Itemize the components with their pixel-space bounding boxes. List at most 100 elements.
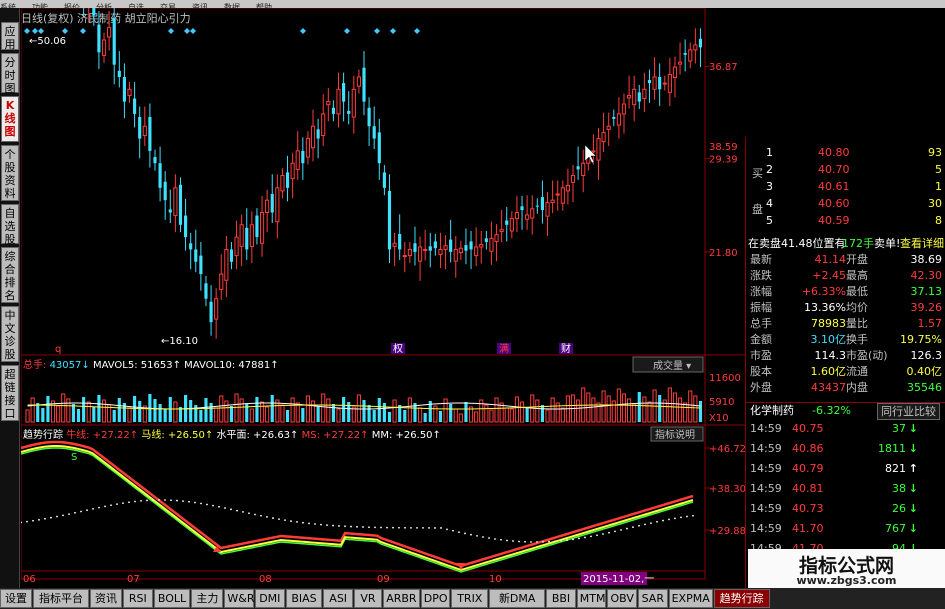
industry-compare-button[interactable]: 同行业比较: [877, 403, 940, 420]
candle-body: [402, 255, 407, 258]
candle-body: [255, 215, 259, 238]
trend-dot: [350, 525, 352, 528]
status-text: 卖单!: [874, 237, 901, 250]
indicator-tab[interactable]: BOLL: [153, 589, 191, 608]
candle-body: [351, 88, 356, 118]
candle-body: [474, 246, 479, 257]
quote-label: 换手: [846, 333, 868, 346]
volume-bar: [677, 397, 683, 423]
indicator-tab[interactable]: ARBR: [383, 589, 420, 608]
event-mark[interactable]: 权: [393, 342, 403, 355]
indicator-tab[interactable]: SAR: [638, 589, 668, 608]
volume-bar: [387, 412, 392, 422]
indicator-tab[interactable]: BBI: [546, 589, 576, 608]
order-price: 40.80: [818, 146, 850, 159]
volume-bar: [514, 396, 520, 423]
event-mark[interactable]: 满: [499, 343, 509, 355]
watermark-url: www.zbgs3.com: [796, 574, 897, 587]
trend-dot: [560, 539, 562, 542]
left-tab[interactable]: 超链接口: [1, 365, 19, 421]
left-tab[interactable]: 分时图: [1, 53, 19, 95]
candle-body: [97, 24, 101, 53]
indicator-tab[interactable]: BIAS: [285, 589, 323, 608]
volume-bar: [117, 398, 121, 422]
trend-dot: [98, 506, 100, 509]
indicator-tab[interactable]: DPO: [420, 589, 451, 608]
candle-body: [479, 244, 484, 248]
trend-dot: [194, 501, 196, 504]
candle-body: [647, 80, 652, 84]
indicator-tab[interactable]: EXPMA: [668, 589, 713, 608]
volume-bar: [265, 406, 270, 423]
candle-body: [698, 38, 703, 48]
quote-value: 1.57: [917, 317, 943, 330]
trend-dot: [596, 534, 598, 537]
volume-bar: [423, 413, 427, 422]
indicator-tab[interactable]: DMI: [255, 589, 285, 608]
order-level: 3: [766, 180, 773, 193]
left-tab[interactable]: 中文诊股: [1, 306, 19, 362]
volume-bar: [316, 406, 320, 422]
indicator-tab[interactable]: VR: [354, 589, 382, 608]
trend-dot: [662, 519, 664, 522]
indicator-tab[interactable]: MTM: [576, 589, 607, 608]
candle-body: [545, 202, 550, 217]
trend-dot: [86, 509, 88, 512]
tick-price: 41.70: [792, 522, 824, 535]
industry-change: -6.32%: [812, 404, 851, 417]
indicator-tab[interactable]: 主力: [191, 589, 224, 608]
trend-line-green: [21, 447, 694, 573]
indicator-tab[interactable]: ASI: [323, 589, 353, 608]
signal-diamond-icon: [24, 28, 30, 34]
trend-dot: [506, 539, 508, 542]
candle-body: [550, 199, 555, 204]
kline-chart[interactable]: 36.87 29.39 21.80 38.59 ←50.06 ←16.10 q 权 满 财总手: …: [21, 8, 745, 588]
indicator-tab[interactable]: 趋势行踪: [713, 589, 770, 608]
volume-bar: [509, 408, 514, 423]
left-tab[interactable]: 应用: [1, 22, 19, 51]
left-tab-label: 综合排名: [4, 250, 16, 302]
quote-label: 均价: [846, 301, 868, 314]
candle-body: [662, 82, 667, 85]
quote-label: 涨跌: [750, 269, 772, 282]
volume-bar: [519, 401, 525, 423]
quote-value: 114.3: [814, 349, 847, 362]
candle-body: [234, 236, 239, 257]
event-mark[interactable]: 财: [561, 342, 571, 355]
trend-dot: [530, 541, 532, 543]
candle-body: [367, 107, 371, 127]
event-mark[interactable]: q: [55, 344, 61, 355]
indicator-tab[interactable]: 新DMA: [489, 589, 546, 608]
volume-bar: [280, 404, 285, 423]
sell-signal-mark: S: [71, 452, 77, 463]
indicator-tab[interactable]: 指标平台: [33, 589, 89, 608]
indicator-tab[interactable]: W&R: [224, 589, 255, 608]
volume-bar: [443, 398, 448, 423]
candle-body: [612, 117, 616, 119]
candle-body: [658, 76, 662, 90]
volume-bar: [642, 396, 647, 423]
left-tab[interactable]: K线图: [1, 96, 19, 142]
candle-body: [428, 246, 432, 251]
status-link[interactable]: 查看详细: [900, 236, 944, 251]
trend-dot: [488, 537, 490, 539]
left-tab[interactable]: 综合排名: [1, 247, 19, 303]
indicator-tab[interactable]: 资讯: [90, 589, 122, 608]
volume-bar: [270, 395, 274, 422]
volume-bar: [86, 401, 91, 423]
high-price-label: ←50.06: [29, 36, 66, 47]
volume-bar: [56, 405, 61, 423]
indicator-tab[interactable]: TRIX: [451, 589, 489, 608]
left-tab-label: K线图: [4, 99, 16, 138]
trend-axis-label: +46.72: [709, 444, 745, 455]
indicator-tab[interactable]: 设置: [0, 589, 32, 608]
trend-dot: [326, 524, 328, 527]
indicator-tab[interactable]: OBV: [607, 589, 637, 608]
left-tab[interactable]: 个股资料: [1, 145, 19, 201]
candle-body: [326, 101, 331, 106]
candle-body: [265, 199, 270, 213]
trend-legend: 趋势行踪 牛线: +27.22↑ 马线: +26.50↑ 水平面: +26.63…: [23, 428, 441, 441]
indicator-tab[interactable]: RSI: [123, 589, 153, 608]
left-tab[interactable]: 自选股: [1, 204, 19, 246]
order-qty: 1: [935, 180, 942, 193]
